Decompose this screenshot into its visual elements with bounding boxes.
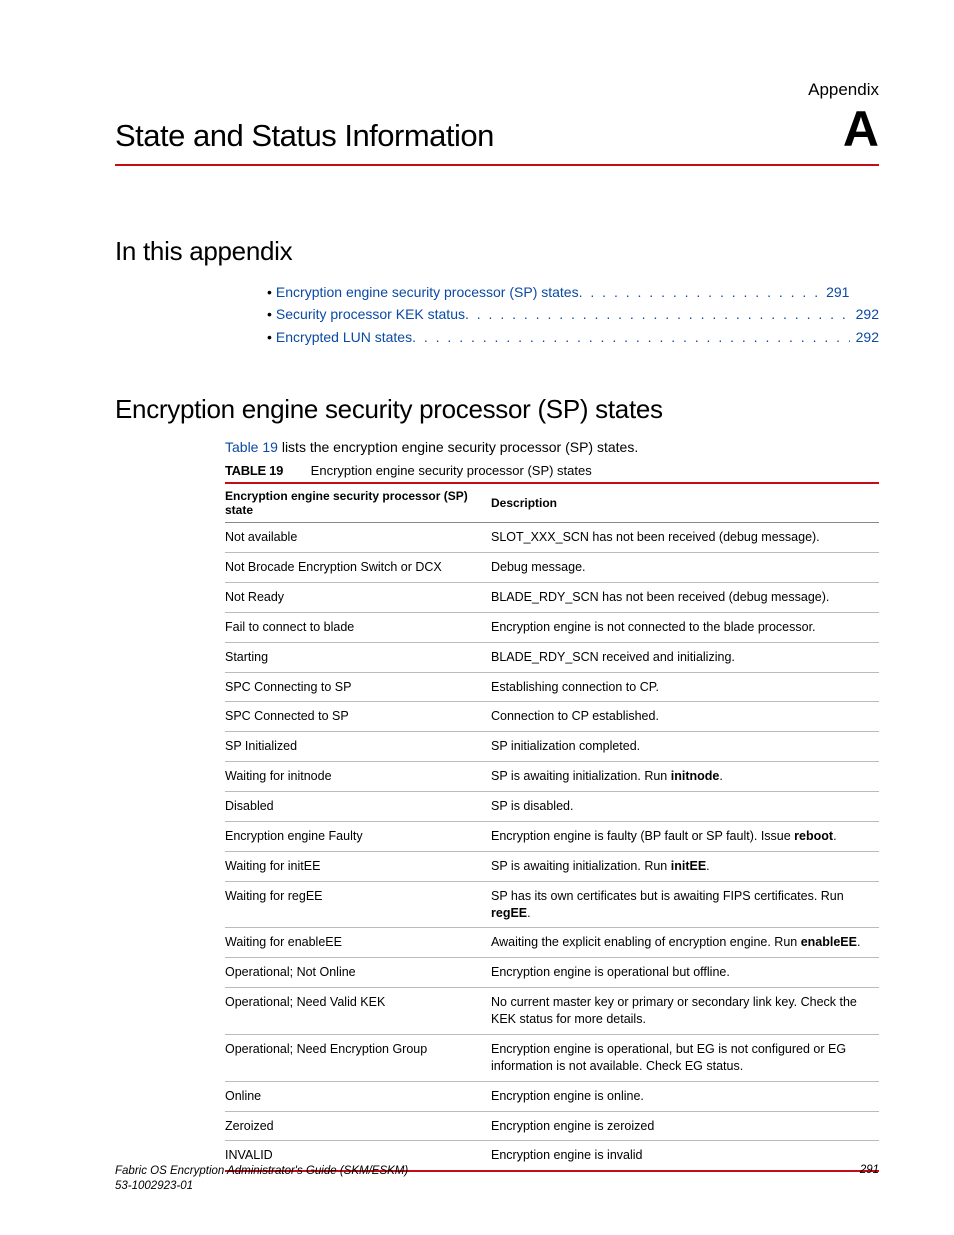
col-header-state: Encryption engine security processor (SP…	[225, 483, 491, 523]
intro-paragraph: Table 19 lists the encryption engine sec…	[225, 439, 879, 455]
desc-cell: Establishing connection to CP.	[491, 672, 879, 702]
table-row: Not ReadyBLADE_RDY_SCN has not been rece…	[225, 582, 879, 612]
table-row: Waiting for initEESP is awaiting initial…	[225, 851, 879, 881]
table-row: Fail to connect to bladeEncryption engin…	[225, 612, 879, 642]
desc-cell: Encryption engine is operational but off…	[491, 958, 879, 988]
footer-page-number: 291	[860, 1164, 879, 1195]
footer-doc-id: 53-1002923-01	[115, 1180, 193, 1192]
state-cell: SP Initialized	[225, 732, 491, 762]
desc-cell: SP is awaiting initialization. Run initE…	[491, 851, 879, 881]
table-caption: TABLE 19 Encryption engine security proc…	[225, 463, 879, 478]
desc-cell: BLADE_RDY_SCN has not been received (deb…	[491, 582, 879, 612]
toc-page[interactable]: 292	[850, 303, 879, 325]
col-header-desc: Description	[491, 483, 879, 523]
state-cell: Waiting for initEE	[225, 851, 491, 881]
toc-link[interactable]: Encryption engine security processor (SP…	[276, 281, 579, 303]
toc-dots: . . . . . . . . . . . . . . . . . . . . …	[465, 303, 850, 325]
command-name: enableEE	[801, 935, 857, 949]
toc-link[interactable]: Encrypted LUN states	[276, 326, 412, 348]
table-row: Waiting for enableEEAwaiting the explici…	[225, 928, 879, 958]
command-name: reboot	[794, 829, 833, 843]
toc-link[interactable]: Security processor KEK status	[276, 303, 465, 325]
state-cell: Not Ready	[225, 582, 491, 612]
state-cell: Zeroized	[225, 1111, 491, 1141]
page-footer: Fabric OS Encryption Administrator's Gui…	[115, 1164, 879, 1195]
state-cell: Encryption engine Faulty	[225, 821, 491, 851]
appendix-label: Appendix	[115, 80, 879, 100]
table-row: StartingBLADE_RDY_SCN received and initi…	[225, 642, 879, 672]
table-row: SPC Connected to SPConnection to CP esta…	[225, 702, 879, 732]
command-name: initnode	[671, 769, 720, 783]
table-row: Encryption engine FaultyEncryption engin…	[225, 821, 879, 851]
command-name: regEE	[491, 906, 527, 920]
toc-page[interactable]: 292	[850, 326, 879, 348]
toc-item: • Security processor KEK status . . . . …	[267, 303, 879, 325]
section-heading: Encryption engine security processor (SP…	[115, 394, 879, 425]
toc-heading: In this appendix	[115, 236, 879, 267]
state-cell: Not Brocade Encryption Switch or DCX	[225, 553, 491, 583]
desc-cell: Encryption engine is not connected to th…	[491, 612, 879, 642]
desc-cell: Encryption engine is operational, but EG…	[491, 1034, 879, 1081]
table-ref-link[interactable]: Table 19	[225, 439, 278, 455]
desc-cell: SP is awaiting initialization. Run initn…	[491, 762, 879, 792]
state-cell: Fail to connect to blade	[225, 612, 491, 642]
command-name: initEE	[671, 859, 706, 873]
table-row: Waiting for initnodeSP is awaiting initi…	[225, 762, 879, 792]
toc-dots: . . . . . . . . . . . . . . . . . . . . …	[579, 281, 820, 303]
table-row: Operational; Need Encryption GroupEncryp…	[225, 1034, 879, 1081]
desc-cell: Debug message.	[491, 553, 879, 583]
state-cell: Waiting for enableEE	[225, 928, 491, 958]
state-cell: Starting	[225, 642, 491, 672]
state-cell: Operational; Need Encryption Group	[225, 1034, 491, 1081]
bullet-icon: •	[267, 326, 272, 348]
table-row: ZeroizedEncryption engine is zeroized	[225, 1111, 879, 1141]
table-row: DisabledSP is disabled.	[225, 792, 879, 822]
bullet-icon: •	[267, 281, 272, 303]
state-cell: Operational; Not Online	[225, 958, 491, 988]
toc-page[interactable]: 291	[820, 281, 849, 303]
table-row: Waiting for regEESP has its own certific…	[225, 881, 879, 928]
desc-cell: SP is disabled.	[491, 792, 879, 822]
state-cell: SPC Connecting to SP	[225, 672, 491, 702]
state-cell: Disabled	[225, 792, 491, 822]
table-number: TABLE 19	[225, 463, 283, 478]
state-cell: SPC Connected to SP	[225, 702, 491, 732]
desc-cell: Encryption engine is online.	[491, 1081, 879, 1111]
table-row: Not Brocade Encryption Switch or DCXDebu…	[225, 553, 879, 583]
state-cell: Online	[225, 1081, 491, 1111]
states-table: Encryption engine security processor (SP…	[225, 482, 879, 1172]
table-row: Operational; Not OnlineEncryption engine…	[225, 958, 879, 988]
desc-cell: Connection to CP established.	[491, 702, 879, 732]
desc-cell: SP has its own certificates but is await…	[491, 881, 879, 928]
state-cell: Not available	[225, 523, 491, 553]
table-row: Operational; Need Valid KEKNo current ma…	[225, 988, 879, 1035]
desc-cell: SP initialization completed.	[491, 732, 879, 762]
footer-doc-title: Fabric OS Encryption Administrator's Gui…	[115, 1165, 408, 1177]
desc-cell: Encryption engine is faulty (BP fault or…	[491, 821, 879, 851]
toc: • Encryption engine security processor (…	[267, 281, 879, 348]
desc-cell: SLOT_XXX_SCN has not been received (debu…	[491, 523, 879, 553]
chapter-letter: A	[843, 104, 879, 154]
intro-text: lists the encryption engine security pro…	[278, 439, 638, 455]
desc-cell: BLADE_RDY_SCN received and initializing.	[491, 642, 879, 672]
state-cell: Operational; Need Valid KEK	[225, 988, 491, 1035]
bullet-icon: •	[267, 303, 272, 325]
toc-item: • Encryption engine security processor (…	[267, 281, 879, 303]
table-row: SPC Connecting to SPEstablishing connect…	[225, 672, 879, 702]
table-caption-text: Encryption engine security processor (SP…	[311, 463, 592, 478]
chapter-title: State and Status Information	[115, 118, 494, 154]
desc-cell: No current master key or primary or seco…	[491, 988, 879, 1035]
chapter-title-row: State and Status Information A	[115, 104, 879, 166]
toc-item: • Encrypted LUN states . . . . . . . . .…	[267, 326, 879, 348]
toc-dots: . . . . . . . . . . . . . . . . . . . . …	[412, 326, 850, 348]
desc-cell: Encryption engine is zeroized	[491, 1111, 879, 1141]
table-row: OnlineEncryption engine is online.	[225, 1081, 879, 1111]
state-cell: Waiting for regEE	[225, 881, 491, 928]
state-cell: Waiting for initnode	[225, 762, 491, 792]
table-row: Not availableSLOT_XXX_SCN has not been r…	[225, 523, 879, 553]
table-row: SP InitializedSP initialization complete…	[225, 732, 879, 762]
desc-cell: Awaiting the explicit enabling of encryp…	[491, 928, 879, 958]
